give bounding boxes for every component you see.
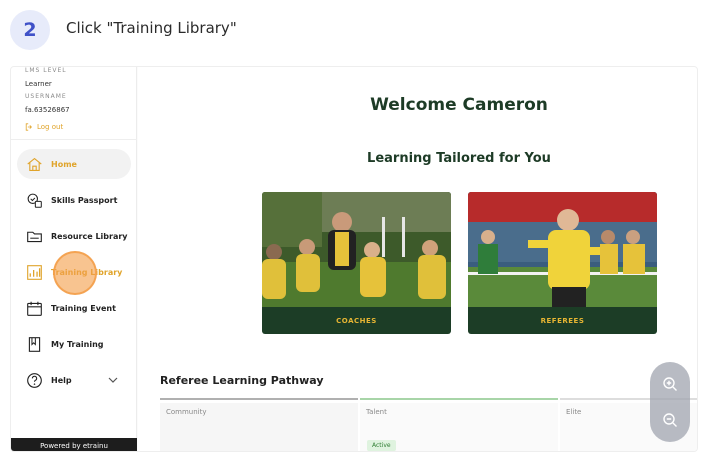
sidebar-item-skills-passport[interactable]: Skills Passport (17, 185, 131, 215)
passport-icon (25, 191, 43, 209)
lms-level-value: Learner (25, 80, 52, 88)
home-icon (25, 155, 43, 173)
sidebar-item-resource-library[interactable]: Resource Library (17, 221, 131, 251)
sidebar-item-label: Training Event (51, 303, 116, 313)
help-icon (25, 371, 43, 389)
sidebar-item-help[interactable]: Help (17, 365, 131, 395)
lms-level-label: LMS LEVEL (25, 67, 67, 74)
pathway-track-talent (360, 398, 558, 400)
username-value: fa.63526867 (25, 106, 70, 114)
coaches-card[interactable]: COACHES (262, 192, 451, 334)
sidebar: LMS LEVEL Learner USERNAME fa.63526867 L… (11, 67, 137, 451)
app-screenshot: LMS LEVEL Learner USERNAME fa.63526867 L… (10, 66, 698, 452)
zoom-out-icon (663, 413, 677, 427)
calendar-icon (25, 299, 43, 317)
pathway-title: Referee Learning Pathway (160, 374, 324, 387)
sidebar-item-label: My Training (51, 339, 104, 349)
zoom-in-icon (663, 377, 677, 391)
pathway-label-elite: Elite (566, 408, 582, 416)
logout-link[interactable]: Log out (25, 123, 63, 131)
sidebar-item-label: Home (51, 159, 77, 169)
sidebar-divider (11, 139, 137, 140)
step-instruction: Click "Training Library" (66, 19, 237, 37)
logout-icon (25, 123, 32, 131)
book-icon (25, 335, 43, 353)
main-content: Welcome Cameron Learning Tailored for Yo… (138, 67, 697, 451)
referees-photo (468, 192, 657, 307)
pathway-track-community (160, 398, 358, 400)
tutorial-step: 2 Click "Training Library" LMS LEVEL Lea… (0, 0, 708, 462)
logout-label: Log out (37, 123, 64, 131)
step-number-badge: 2 (10, 10, 50, 50)
zoom-controls (650, 362, 690, 442)
chevron-down-icon[interactable] (107, 374, 119, 386)
sidebar-item-my-training[interactable]: My Training (17, 329, 131, 359)
referees-card[interactable]: REFEREES (468, 192, 657, 334)
pathway-label-talent: Talent (366, 408, 387, 416)
referees-card-label: REFEREES (540, 316, 585, 325)
sidebar-item-home[interactable]: Home (17, 149, 131, 179)
sidebar-item-training-event[interactable]: Training Event (17, 293, 131, 323)
status-badge: Active (367, 440, 396, 451)
chart-icon (25, 263, 43, 281)
zoom-in-button[interactable] (650, 364, 690, 404)
section-subtitle: Learning Tailored for You (367, 151, 551, 166)
click-indicator (53, 251, 97, 295)
sidebar-item-label: Resource Library (51, 231, 128, 241)
coaches-card-label: COACHES (336, 316, 377, 325)
folder-icon (25, 227, 43, 245)
zoom-out-button[interactable] (650, 400, 690, 440)
sidebar-item-label: Skills Passport (51, 195, 118, 205)
pathway-label-community: Community (166, 408, 207, 416)
username-label: USERNAME (25, 93, 67, 100)
coaches-photo (262, 192, 451, 307)
powered-by-footer: Powered by etrainu (11, 438, 137, 451)
sidebar-item-label: Help (51, 375, 72, 385)
welcome-heading: Welcome Cameron (370, 95, 548, 115)
